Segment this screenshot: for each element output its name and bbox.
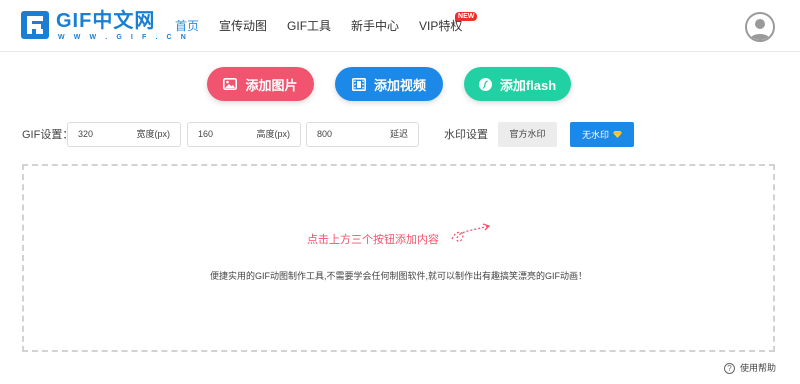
no-watermark-label: 无水印 (581, 130, 609, 140)
diamond-icon (613, 131, 622, 138)
width-value: 320 (78, 129, 94, 139)
nav-item-vip[interactable]: VIP特权 NEW (419, 0, 478, 52)
logo-subtitle: W W W . G I F . C N (58, 34, 190, 41)
nav-item-promo-gifs[interactable]: 宣传动图 (219, 0, 267, 52)
top-header: GIF中文网 W W W . G I F . C N 首页 宣传动图 GIF工具… (0, 0, 800, 52)
add-flash-button[interactable]: 添加flash (464, 67, 571, 101)
logo-icon (21, 11, 49, 39)
content-drop-area[interactable]: 点击上方三个按钮添加内容 便捷实用的GIF动图制作工具,不需要学会任何制图软件,… (22, 164, 775, 352)
official-watermark-button[interactable]: 官方水印 (498, 122, 557, 147)
add-video-label: 添加视频 (373, 77, 426, 93)
tool-description: 便捷实用的GIF动图制作工具,不需要学会任何制图软件,就可以制作出有趣搞笑漂亮的… (209, 271, 587, 281)
user-avatar-icon[interactable] (745, 12, 775, 42)
add-content-hint: 点击上方三个按钮添加内容 (307, 234, 439, 246)
new-badge: NEW (455, 12, 478, 21)
nav-item-beginner-center[interactable]: 新手中心 (351, 0, 399, 52)
delay-field[interactable]: 800 延迟 (306, 122, 419, 147)
avatar-silhouette (750, 19, 770, 40)
width-unit: 宽度(px) (136, 129, 171, 139)
add-image-button[interactable]: 添加图片 (207, 67, 314, 101)
film-icon (351, 77, 366, 91)
add-video-button[interactable]: 添加视频 (335, 67, 443, 101)
site-logo[interactable]: GIF中文网 W W W . G I F . C N (20, 10, 186, 44)
main-nav: 首页 宣传动图 GIF工具 新手中心 VIP特权 NEW (175, 0, 482, 52)
curly-arrow-icon (451, 223, 491, 242)
nav-item-home[interactable]: 首页 (175, 0, 199, 52)
height-value: 160 (198, 129, 214, 139)
height-field[interactable]: 160 高度(px) (187, 122, 301, 147)
nav-item-gif-tools[interactable]: GIF工具 (287, 0, 331, 52)
height-unit: 高度(px) (256, 129, 291, 139)
no-watermark-button[interactable]: 无水印 (570, 122, 634, 147)
delay-value: 800 (317, 129, 333, 139)
delay-unit: 延迟 (389, 129, 408, 139)
question-icon: ? (724, 362, 735, 374)
add-flash-label: 添加flash (499, 77, 557, 93)
gif-settings-label: GIF设置： (22, 129, 74, 141)
watermark-settings-label: 水印设置 (444, 129, 488, 141)
flash-icon (478, 77, 492, 91)
width-field[interactable]: 320 宽度(px) (67, 122, 181, 147)
nav-item-vip-label: VIP特权 (419, 19, 463, 33)
help-link[interactable]: ? 使用帮助 (724, 362, 776, 374)
logo-title: GIF中文网 (56, 10, 156, 32)
help-label: 使用帮助 (740, 363, 777, 373)
image-icon (223, 78, 238, 90)
add-image-label: 添加图片 (245, 77, 298, 93)
